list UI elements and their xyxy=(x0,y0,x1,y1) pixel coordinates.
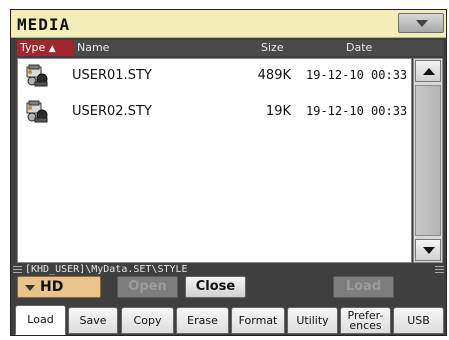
path-bar: [KHD_USER]\MyData.SET\STYLE xyxy=(11,264,446,276)
file-date: 19-12-10 00:33 xyxy=(306,68,408,82)
drive-selected-value: HD xyxy=(40,279,64,295)
tab-erase[interactable]: Erase xyxy=(176,307,229,334)
file-row[interactable]: USER02.STY 19K 19-12-10 00:33 xyxy=(18,97,411,129)
close-button[interactable]: Close xyxy=(185,276,246,298)
chevron-down-icon xyxy=(25,285,35,291)
file-list[interactable]: USER01.STY 489K 19-12-10 00:33 USER02.ST… xyxy=(17,58,412,263)
scroll-thumb[interactable] xyxy=(415,85,441,236)
tab-preferences[interactable]: Prefer- ences xyxy=(340,307,391,334)
column-type-label: Type xyxy=(20,41,46,54)
action-row: HD Open Close Load xyxy=(11,276,446,300)
column-header-type[interactable]: Type ▲ xyxy=(17,40,74,56)
tab-usb[interactable]: USB xyxy=(393,307,444,334)
tab-copy[interactable]: Copy xyxy=(121,307,174,334)
scroll-down-button[interactable] xyxy=(415,239,441,261)
tab-save[interactable]: Save xyxy=(68,307,118,334)
column-header-name[interactable]: Name xyxy=(77,41,109,54)
grip-icon xyxy=(13,266,22,273)
sort-ascending-icon: ▲ xyxy=(48,44,56,54)
file-size: 489K xyxy=(257,68,291,83)
file-date: 19-12-10 00:33 xyxy=(306,104,408,118)
scroll-up-button[interactable] xyxy=(415,60,441,82)
column-header-date[interactable]: Date xyxy=(346,41,372,54)
drive-select[interactable]: HD xyxy=(17,276,101,298)
tab-bar: Load Save Copy Erase Format Utility Pref… xyxy=(15,305,445,335)
style-file-icon xyxy=(24,63,50,89)
tab-format[interactable]: Format xyxy=(231,307,285,334)
file-name: USER01.STY xyxy=(72,68,152,83)
file-row[interactable]: USER01.STY 489K 19-12-10 00:33 xyxy=(18,61,411,93)
current-path: [KHD_USER]\MyData.SET\STYLE xyxy=(25,264,188,275)
media-window: MEDIA Type ▲ Name Size Date USER01.STY 4… xyxy=(10,9,447,336)
file-name: USER02.STY xyxy=(72,104,152,119)
vertical-scrollbar[interactable] xyxy=(413,58,443,263)
title-bar: MEDIA xyxy=(11,10,446,38)
column-header-size[interactable]: Size xyxy=(261,41,284,54)
file-size: 19K xyxy=(265,104,291,119)
tab-load[interactable]: Load xyxy=(15,305,66,335)
tab-utility[interactable]: Utility xyxy=(287,307,338,334)
load-button[interactable]: Load xyxy=(333,276,394,298)
open-button[interactable]: Open xyxy=(117,276,178,298)
file-list-header: Type ▲ Name Size Date xyxy=(17,40,443,56)
page-menu-button[interactable] xyxy=(398,13,444,33)
grip-icon xyxy=(435,266,444,273)
page-title: MEDIA xyxy=(17,15,71,34)
style-file-icon xyxy=(24,99,50,125)
